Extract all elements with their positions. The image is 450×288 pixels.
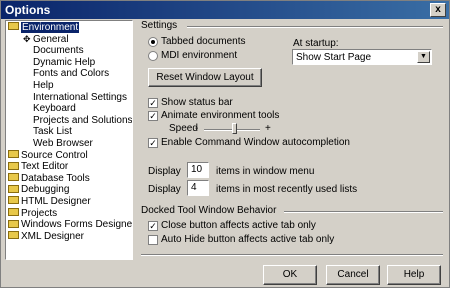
- docked-divider: [284, 211, 443, 213]
- tree-item-label: Documents: [33, 45, 84, 57]
- display-mru-label: Display: [148, 184, 181, 195]
- reset-window-layout-button[interactable]: Reset Window Layout: [148, 68, 262, 87]
- at-startup-value: Show Start Page: [296, 52, 372, 63]
- window-menu-suffix: items in window menu: [216, 166, 315, 177]
- tree-item-label: Debugging: [21, 184, 70, 196]
- tree-item[interactable]: Debugging: [8, 184, 69, 195]
- at-startup-select[interactable]: Show Start Page ▼: [292, 49, 432, 65]
- mru-count-input[interactable]: 4: [187, 180, 209, 196]
- tree-item-label: Database Tools: [21, 172, 90, 184]
- tree-item[interactable]: Help: [6, 80, 54, 91]
- at-startup-label: At startup:: [293, 38, 339, 49]
- options-dialog: Options x Environment ✥ General Documents Dy…: [0, 0, 450, 288]
- tree-item-label: General: [33, 33, 69, 45]
- tree-item-label: Text Editor: [21, 161, 69, 173]
- folder-icon: [8, 161, 19, 170]
- tree-item[interactable]: Source Control: [8, 150, 88, 161]
- tree-item[interactable]: Environment: [8, 22, 80, 33]
- tree-item[interactable]: HTML Designer: [8, 196, 91, 207]
- close-button-checkbox[interactable]: ✓: [148, 221, 158, 231]
- tree-item-label: Environment: [21, 22, 80, 33]
- tree-item[interactable]: ✥ General: [6, 34, 69, 45]
- settings-heading: Settings: [141, 20, 178, 31]
- folder-icon: [8, 207, 19, 216]
- window-title: Options: [5, 3, 51, 17]
- help-button[interactable]: Help: [387, 265, 441, 285]
- tabbed-documents-radio[interactable]: [148, 37, 158, 47]
- auto-hide-label[interactable]: Auto Hide button affects active tab only: [161, 234, 334, 245]
- tree-item-label: Source Control: [21, 149, 88, 161]
- close-button-label[interactable]: Close button affects active tab only: [161, 220, 316, 231]
- cancel-button[interactable]: Cancel: [326, 265, 380, 285]
- close-button[interactable]: x: [430, 3, 446, 17]
- speed-slider-thumb[interactable]: [232, 123, 238, 134]
- tree-item[interactable]: Windows Forms Designer: [8, 219, 133, 231]
- tree-item-label: Keyboard: [33, 103, 76, 115]
- tree-item-label: Help: [33, 80, 54, 91]
- animate-tools-checkbox[interactable]: ✓: [148, 111, 158, 121]
- mru-suffix: items in most recently used lists: [216, 184, 358, 195]
- folder-icon: [8, 231, 19, 240]
- ok-button[interactable]: OK: [263, 265, 317, 285]
- tabbed-documents-label[interactable]: Tabbed documents: [161, 36, 246, 47]
- dropdown-arrow-icon[interactable]: ▼: [417, 51, 430, 63]
- tree-item[interactable]: XML Designer: [8, 231, 84, 242]
- folder-icon: [8, 219, 19, 228]
- tree-item[interactable]: International Settings: [6, 92, 127, 103]
- tree-item[interactable]: Fonts and Colors: [6, 68, 109, 79]
- tree-item[interactable]: Task List: [6, 126, 72, 137]
- tree-item-label: Task List: [33, 126, 72, 138]
- tree-item-label: XML Designer: [21, 230, 84, 242]
- folder-icon: [8, 173, 19, 182]
- speed-plus: +: [265, 123, 271, 134]
- tree-item[interactable]: Keyboard: [6, 103, 76, 114]
- tree-item-label: Web Browser: [33, 138, 93, 149]
- animate-tools-label[interactable]: Animate environment tools: [161, 110, 279, 121]
- tree-item[interactable]: Dynamic Help: [6, 57, 95, 68]
- tree-item[interactable]: Documents: [6, 45, 84, 56]
- mdi-environment-label[interactable]: MDI environment: [161, 50, 237, 61]
- settings-divider: [187, 26, 443, 28]
- title-bar[interactable]: Options x: [1, 1, 449, 19]
- tree-item-label: HTML Designer: [21, 196, 91, 207]
- speed-label: Speed: [169, 123, 198, 134]
- docked-heading: Docked Tool Window Behavior: [141, 205, 277, 216]
- speed-minus: -: [195, 123, 199, 134]
- tree-item-label: International Settings: [33, 91, 127, 103]
- enable-command-window-checkbox[interactable]: ✓: [148, 138, 158, 148]
- tree-item-label: Projects: [21, 207, 58, 219]
- tree-item[interactable]: Projects: [8, 208, 57, 219]
- tree-item[interactable]: Projects and Solutions: [6, 114, 133, 126]
- enable-command-window-label[interactable]: Enable Command Window autocompletion: [161, 137, 350, 148]
- show-status-bar-label[interactable]: Show status bar: [161, 97, 233, 108]
- tree-item[interactable]: Database Tools: [8, 173, 90, 184]
- tree-item-label: Dynamic Help: [33, 56, 96, 68]
- display-window-menu-label: Display: [148, 166, 181, 177]
- mdi-environment-radio[interactable]: [148, 51, 158, 61]
- tree-item[interactable]: Web Browser: [6, 138, 93, 149]
- folder-icon: [8, 184, 19, 193]
- tree-item-label: Windows Forms Designer: [21, 219, 133, 231]
- auto-hide-checkbox[interactable]: [148, 235, 158, 245]
- folder-icon: [8, 196, 19, 205]
- folder-icon: [8, 22, 19, 31]
- folder-icon: [8, 149, 19, 158]
- footer-divider: [141, 254, 443, 256]
- tree-item-label: Fonts and Colors: [33, 68, 110, 80]
- show-status-bar-checkbox[interactable]: ✓: [148, 98, 158, 108]
- tree-item[interactable]: Text Editor: [8, 161, 68, 172]
- current-page-icon: ✥: [23, 33, 31, 44]
- window-menu-count-input[interactable]: 10: [187, 162, 209, 178]
- tree-item-label: Projects and Solutions: [33, 114, 133, 126]
- options-tree[interactable]: Environment ✥ General Documents Dynamic Help…: [5, 20, 133, 260]
